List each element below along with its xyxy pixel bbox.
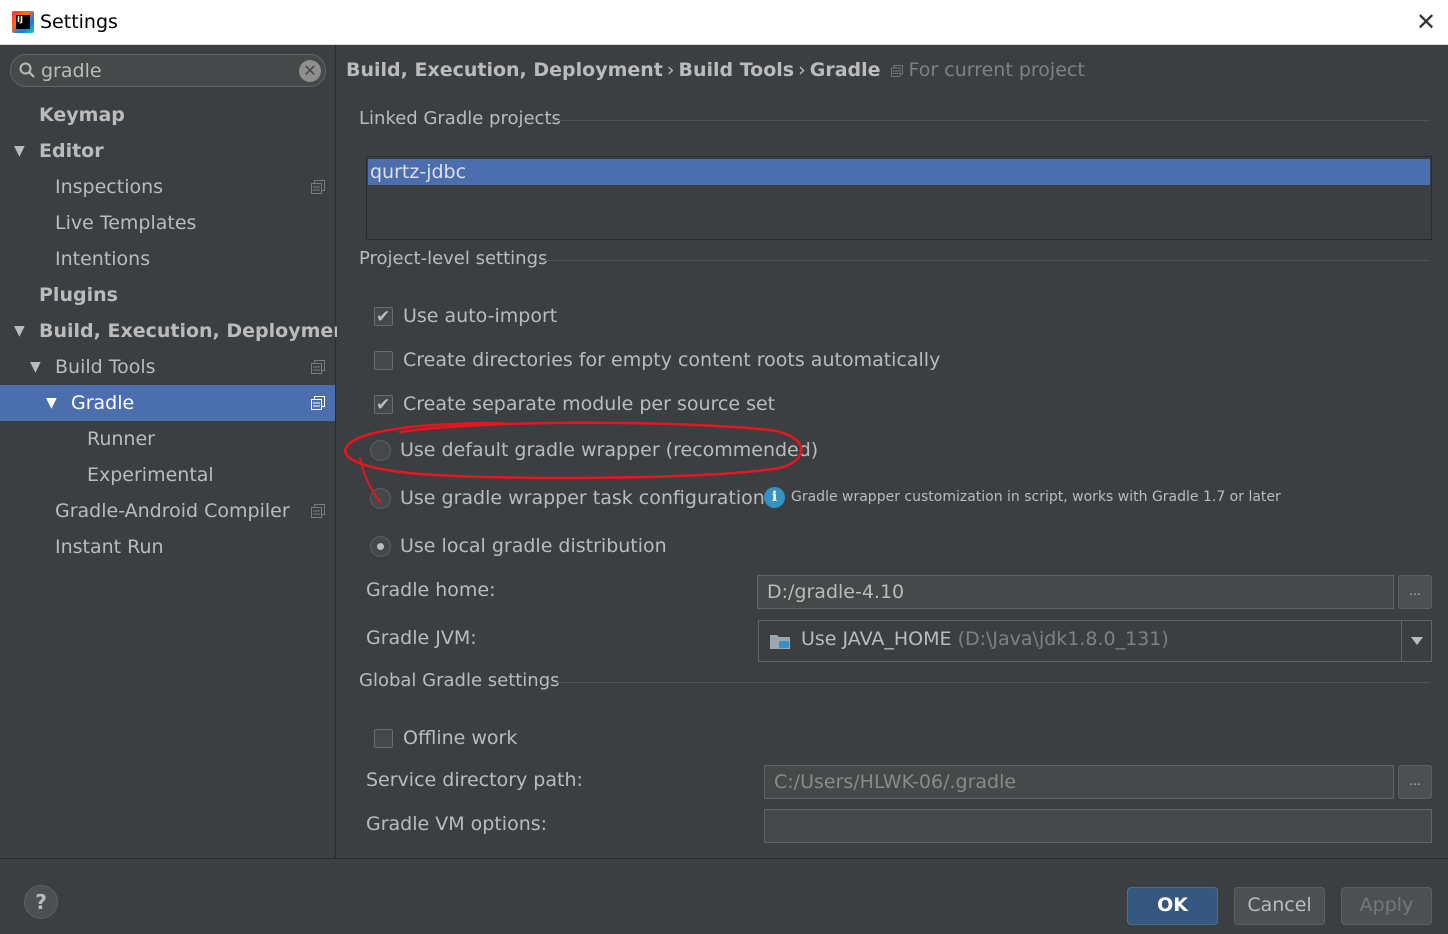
auto-import-label: Use auto-import: [403, 305, 558, 327]
linked-project-item[interactable]: qurtz-jdbc: [368, 159, 1430, 185]
service-directory-field[interactable]: C:/Users/HLWK-06/.gradle: [764, 765, 1394, 799]
gradle-settings-panel: Build, Execution, Deployment › Build Tools…: [337, 45, 1448, 858]
chevron-down-icon[interactable]: [1401, 621, 1431, 661]
ok-button[interactable]: OK: [1127, 887, 1218, 925]
gradle-jvm-select[interactable]: Use JAVA_HOME (D:\Java\jdk1.8.0_131): [758, 620, 1432, 662]
gradle-home-browse-button[interactable]: ...: [1398, 575, 1432, 609]
offline-work-checkbox[interactable]: [374, 729, 393, 748]
project-scope-icon: [311, 396, 325, 410]
search-icon: [19, 62, 35, 78]
section-divider: [539, 260, 1430, 261]
sidebar-item-label: Instant Run: [55, 536, 164, 558]
cancel-button[interactable]: Cancel: [1234, 887, 1325, 925]
expanded-arrow-icon[interactable]: ▼: [30, 349, 41, 385]
gradle-jvm-value: Use JAVA_HOME (D:\Java\jdk1.8.0_131): [801, 628, 1169, 650]
section-divider: [550, 120, 1430, 121]
section-divider: [549, 682, 1430, 683]
sidebar-item-label: Build, Execution, Deployment: [39, 320, 356, 342]
offline-work-label: Offline work: [403, 727, 518, 749]
global-settings-title: Global Gradle settings: [359, 670, 560, 691]
wrapper-info-text: Gradle wrapper customization in script, …: [791, 489, 1281, 505]
sidebar-item-label: Runner: [87, 428, 155, 450]
default-wrapper-label: Use default gradle wrapper (recommended): [400, 439, 819, 461]
project-scope-icon: [311, 360, 325, 374]
close-icon[interactable]: ✕: [1412, 8, 1440, 36]
gradle-jvm-value-text: Use JAVA_HOME: [801, 628, 952, 650]
linked-projects-list[interactable]: qurtz-jdbc: [366, 156, 1432, 240]
window-title: Settings: [40, 11, 118, 33]
linked-projects-title: Linked Gradle projects: [359, 108, 561, 129]
separate-module-checkbox[interactable]: [374, 392, 393, 418]
sidebar-item-editor[interactable]: ▼ Editor: [0, 133, 335, 169]
expanded-arrow-icon[interactable]: ▼: [14, 133, 25, 169]
sidebar-item-gradle-android-compiler[interactable]: Gradle-Android Compiler: [0, 493, 335, 529]
gradle-vm-options-field[interactable]: [764, 809, 1432, 843]
gradle-jvm-label: Gradle JVM:: [366, 627, 477, 649]
search-input[interactable]: [41, 58, 301, 84]
create-directories-label: Create directories for empty content roo…: [403, 349, 941, 371]
sidebar-item-live-templates[interactable]: Live Templates: [0, 205, 335, 241]
info-icon: i: [764, 487, 785, 508]
project-scope-icon: [311, 504, 325, 518]
sidebar-item-label: Build Tools: [55, 356, 156, 378]
separate-module-label: Create separate module per source set: [403, 393, 776, 415]
sidebar-item-gradle[interactable]: ▼ Gradle: [0, 385, 335, 421]
sidebar-item-label: Plugins: [39, 284, 118, 306]
dialog-footer: ? OK Cancel Apply: [0, 858, 1448, 934]
sidebar-item-label: Editor: [39, 140, 104, 162]
breadcrumb: Build, Execution, Deployment › Build Tools…: [346, 59, 1085, 81]
sidebar-item-instant-run[interactable]: Instant Run: [0, 529, 335, 565]
breadcrumb-scope: For current project: [908, 59, 1085, 81]
help-button[interactable]: ?: [24, 885, 58, 919]
project-scope-icon: [311, 180, 325, 194]
service-directory-browse-button[interactable]: ...: [1398, 765, 1432, 799]
sidebar-item-keymap[interactable]: Keymap: [0, 97, 335, 133]
sidebar-item-label: Gradle-Android Compiler: [55, 500, 290, 522]
sidebar-item-label: Inspections: [55, 176, 164, 198]
sidebar-item-build-execution-deployment[interactable]: ▼ Build, Execution, Deployment: [0, 313, 356, 349]
sidebar-item-build-tools[interactable]: ▼ Build Tools: [0, 349, 335, 385]
search-box[interactable]: ✕: [10, 54, 326, 87]
expanded-arrow-icon[interactable]: ▼: [14, 313, 25, 349]
breadcrumb-separator: ›: [666, 59, 675, 81]
apply-button[interactable]: Apply: [1341, 887, 1432, 925]
breadcrumb-build-execution-deployment: Build, Execution, Deployment: [346, 59, 663, 81]
intellij-app-icon: IJ: [12, 11, 34, 33]
gradle-vm-options-label: Gradle VM options:: [366, 813, 548, 835]
sidebar-item-label: Experimental: [87, 464, 214, 486]
breadcrumb-separator: ›: [798, 59, 806, 81]
sidebar-item-label: Intentions: [55, 248, 151, 270]
project-level-settings-title: Project-level settings: [359, 248, 548, 269]
jdk-folder-icon: [770, 635, 790, 649]
gradle-home-field[interactable]: D:/gradle-4.10: [757, 575, 1394, 609]
wrapper-task-label: Use gradle wrapper task configuration: [400, 487, 765, 509]
breadcrumb-gradle: Gradle: [809, 59, 881, 81]
sidebar-item-label: Keymap: [39, 104, 125, 126]
sidebar-item-label: Live Templates: [55, 212, 197, 234]
settings-sidebar: ✕ Keymap ▼ Editor Inspections Live Templ…: [0, 45, 356, 858]
sidebar-item-inspections[interactable]: Inspections: [0, 169, 335, 205]
wrapper-task-radio[interactable]: [370, 488, 391, 509]
gradle-home-label: Gradle home:: [366, 579, 496, 601]
default-wrapper-radio[interactable]: [370, 440, 391, 461]
sidebar-item-experimental[interactable]: Experimental: [0, 457, 335, 493]
local-distribution-radio[interactable]: [370, 536, 391, 557]
title-bar: IJ Settings ✕: [0, 0, 1448, 45]
auto-import-checkbox[interactable]: [374, 304, 393, 330]
gradle-jvm-path-hint: (D:\Java\jdk1.8.0_131): [957, 628, 1169, 650]
expanded-arrow-icon[interactable]: ▼: [46, 385, 57, 421]
settings-tree: Keymap ▼ Editor Inspections Live Templat…: [0, 97, 356, 565]
create-directories-checkbox[interactable]: [374, 351, 393, 370]
clear-search-icon[interactable]: ✕: [299, 60, 321, 82]
sidebar-item-plugins[interactable]: Plugins: [0, 277, 335, 313]
sidebar-item-label: Gradle: [71, 392, 135, 414]
local-distribution-label: Use local gradle distribution: [400, 535, 667, 557]
service-directory-label: Service directory path:: [366, 769, 583, 791]
breadcrumb-build-tools: Build Tools: [678, 59, 795, 81]
sidebar-item-intentions[interactable]: Intentions: [0, 241, 335, 277]
sidebar-item-runner[interactable]: Runner: [0, 421, 335, 457]
project-scope-icon: [890, 64, 903, 77]
